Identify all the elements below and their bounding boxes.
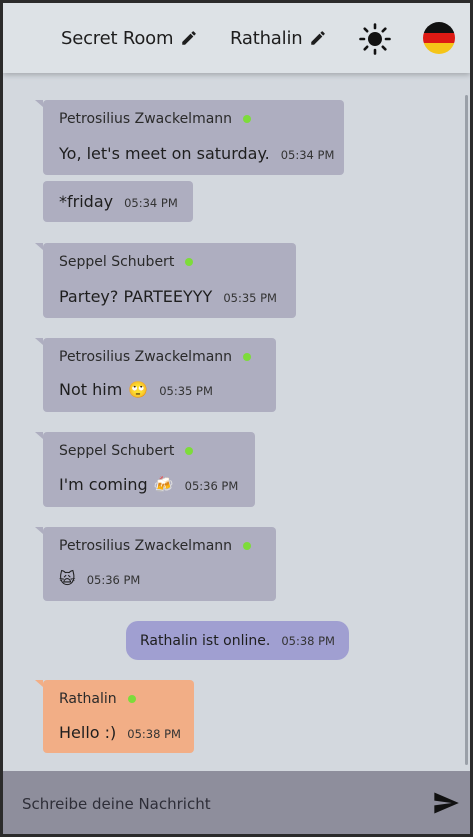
online-indicator [185,258,194,266]
sender-name: Seppel Schubert [59,254,175,270]
message-bubble: *friday 05:34 PM [43,181,193,222]
message-text: Hello :) [59,723,117,742]
message-composer [3,771,470,834]
user-name: Rathalin [230,27,303,49]
message-bubble: Petrosilius Zwackelmann Yo, let's meet o… [35,100,344,175]
sender-name: Rathalin [59,691,117,707]
message-time: 05:34 PM [124,196,178,210]
top-bar: Secret Room Rathalin [3,3,470,73]
edit-room-icon[interactable] [180,29,198,47]
sender-name: Seppel Schubert [59,443,175,459]
message-time: 05:35 PM [159,384,213,398]
room-name-control[interactable]: Secret Room [61,3,198,73]
sender-name: Petrosilius Zwackelmann [59,111,233,127]
online-indicator [243,115,252,123]
sender-name: Petrosilius Zwackelmann [59,349,233,365]
message-time: 05:35 PM [223,291,277,305]
message-text: Not him [59,380,123,399]
message-text: Partey? PARTEEYYY [59,287,213,306]
message-text: Yo, let's meet on saturday. [59,144,270,163]
message-time: 05:38 PM [127,727,181,741]
message-bubble: Petrosilius Zwackelmann 🙀 05:36 PM [35,527,276,601]
online-indicator [243,542,252,550]
send-icon[interactable] [431,789,461,817]
message-text: *friday [59,192,114,211]
system-message: Rathalin ist online. 05:38 PM [126,621,349,660]
eye-roll-emoji-icon: 🙄 [128,380,149,399]
message-bubble: Petrosilius Zwackelmann Not him 🙄 05:35 … [35,338,276,412]
sun-icon[interactable] [359,23,391,55]
system-message-text: Rathalin ist online. [140,632,271,649]
message-bubble: Seppel Schubert Partey? PARTEEYYY 05:35 … [35,243,296,318]
own-message-bubble: Rathalin Hello :) 05:38 PM [35,680,194,753]
online-indicator [185,447,194,455]
online-indicator [127,695,136,703]
chat-app: Secret Room Rathalin Petrosilius Zwackel… [3,3,470,834]
message-time: 05:36 PM [86,573,141,587]
user-name-control[interactable]: Rathalin [230,3,327,73]
message-time: 05:34 PM [280,148,335,162]
message-list: Petrosilius Zwackelmann Yo, let's meet o… [3,73,470,771]
edit-user-icon[interactable] [309,29,327,47]
message-bubble: Seppel Schubert I'm coming 🍻 05:36 PM [35,432,255,507]
message-time: 05:36 PM [184,479,239,493]
sender-name: Petrosilius Zwackelmann [59,538,233,554]
online-indicator [243,353,252,361]
weary-cat-emoji-icon: 🙀 [59,569,76,588]
scrollbar[interactable] [465,95,468,765]
room-name: Secret Room [61,27,174,49]
system-message-time: 05:38 PM [281,633,335,648]
german-flag-icon[interactable] [423,22,455,54]
message-text: I'm coming [59,475,148,494]
message-input[interactable] [22,793,402,815]
beer-mugs-emoji-icon: 🍻 [153,475,174,494]
